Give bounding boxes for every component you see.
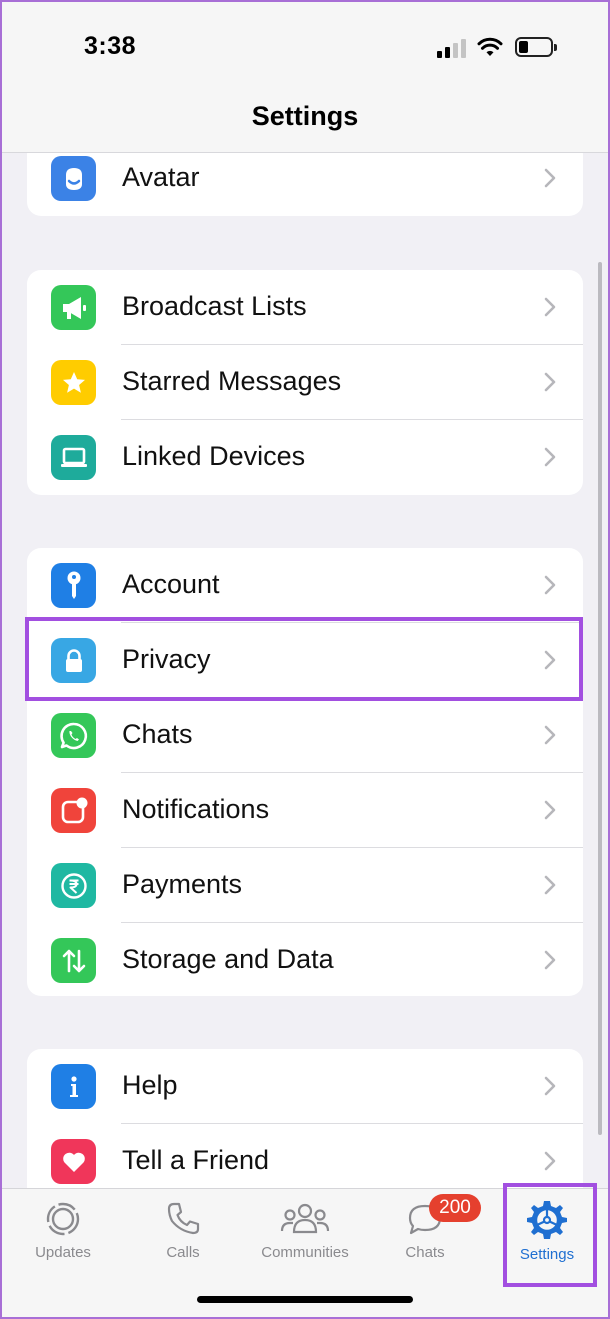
settings-row-notifications[interactable]: Notifications [27,773,583,848]
settings-group-help: Help Tell a Friend [27,1049,583,1188]
settings-group-tools: Broadcast Lists Starred Messages Linked … [27,270,583,495]
settings-row-label: Chats [122,719,193,749]
chevron-right-icon [544,1151,556,1171]
wifi-icon [477,37,503,56]
chevron-right-icon [544,297,556,317]
page-title: Settings [251,101,359,131]
tab-communities[interactable]: Communities [242,1199,368,1279]
status-bar: 3:38 [0,0,610,95]
settings-row-label: Broadcast Lists [122,291,307,321]
settings-row-tell-a-friend[interactable]: Tell a Friend [27,1124,583,1188]
settings-row-chats[interactable]: Chats [27,698,583,773]
settings-row-label: Linked Devices [122,441,306,471]
settings-row-label: Avatar [122,162,200,192]
settings-row-label: Starred Messages [122,366,342,396]
settings-row-label: Notifications [122,794,270,824]
star-icon [51,360,96,405]
settings-row-linked-devices[interactable]: Linked Devices [27,420,583,495]
settings-tab-highlight-box [503,1183,597,1287]
laptop-icon [51,435,96,480]
chevron-right-icon [544,875,556,895]
heart-icon [51,1139,96,1184]
updates-icon [46,1202,80,1236]
phone-icon [167,1202,200,1235]
tab-label: Updates [35,1244,91,1261]
settings-row-avatar[interactable]: Avatar [27,153,583,216]
chevron-right-icon [544,575,556,595]
settings-row-label: Tell a Friend [122,1145,270,1175]
battery-icon [515,37,557,57]
settings-row-label: Help [122,1070,178,1100]
chevron-right-icon [544,447,556,467]
chevron-right-icon [544,372,556,392]
settings-row-label: Payments [122,869,243,899]
megaphone-icon [51,285,96,330]
tab-label: Communities [261,1244,349,1261]
communities-icon [280,1203,330,1234]
scrollbar[interactable] [598,262,602,1135]
chevron-right-icon [544,1076,556,1096]
chevron-right-icon [544,168,556,188]
tab-chats[interactable]: Chats 200 [370,1194,481,1279]
avatar-icon [51,156,96,201]
nav-bar: Settings [0,95,610,153]
settings-group-main: Account Privacy Chats Notifications Paym… [27,548,583,996]
tab-label: Chats [405,1244,445,1261]
info-icon [51,1064,96,1109]
notification-icon [51,788,96,833]
privacy-highlight-box [25,617,583,701]
tab-label: Calls [166,1244,200,1261]
settings-row-starred-messages[interactable]: Starred Messages [27,345,583,420]
settings-row-label: Storage and Data [122,944,334,974]
settings-group-profile: Avatar [27,153,583,216]
settings-row-label: Account [122,569,220,599]
chevron-right-icon [544,800,556,820]
settings-row-account[interactable]: Account [27,548,583,623]
tab-updates[interactable]: Updates [8,1199,118,1279]
tab-calls[interactable]: Calls [128,1199,238,1279]
arrows-icon [51,938,96,983]
cellular-signal-icon [437,38,467,58]
settings-row-payments[interactable]: Payments [27,848,583,923]
settings-row-broadcast-lists[interactable]: Broadcast Lists [27,270,583,345]
chevron-right-icon [544,950,556,970]
settings-row-help[interactable]: Help [27,1049,583,1124]
whatsapp-icon [51,713,96,758]
chats-unread-badge: 200 [429,1194,481,1222]
rupee-icon [51,863,96,908]
key-icon [51,563,96,608]
chevron-right-icon [544,725,556,745]
home-indicator[interactable] [197,1296,413,1303]
status-time: 3:38 [84,32,137,60]
settings-row-storage-and-data[interactable]: Storage and Data [27,923,583,996]
